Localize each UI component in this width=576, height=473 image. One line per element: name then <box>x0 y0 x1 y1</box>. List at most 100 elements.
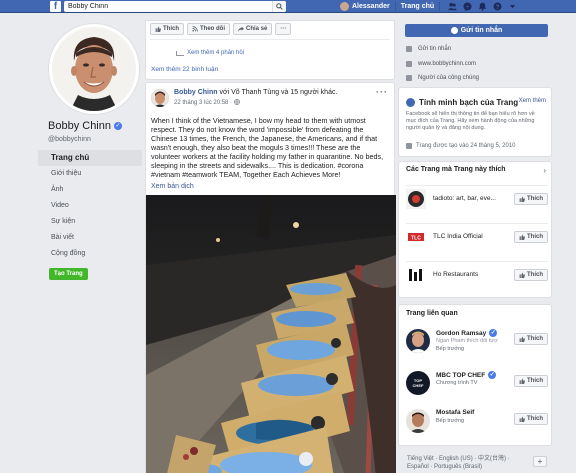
divider <box>150 39 390 40</box>
profile-picture[interactable] <box>49 24 139 114</box>
like-page-button[interactable]: Thích <box>514 193 548 205</box>
messenger-icon[interactable] <box>463 2 472 11</box>
user-avatar[interactable] <box>340 2 349 11</box>
related-page-name[interactable]: Gordon Ramsay ✓ <box>436 329 498 337</box>
page-thumbnail[interactable] <box>406 329 430 353</box>
post-timestamp[interactable]: 22 tháng 3 lúc 20:58 · <box>174 100 234 106</box>
like-page-button[interactable]: Thích <box>150 23 184 35</box>
like-page-button[interactable]: Thích <box>514 375 548 387</box>
liked-page-name[interactable]: tadioto: art, bar, eve... <box>433 195 503 202</box>
language-list-line-2[interactable]: Español · Português (Brasil) <box>407 463 510 471</box>
info-send-message[interactable]: Gửi tin nhắn <box>406 46 451 52</box>
like-label: Thích <box>527 336 543 342</box>
nav-item-posts[interactable]: Bài viết <box>38 230 142 246</box>
related-pages-title: Trang liên quan <box>406 310 458 317</box>
liked-page-item: Ho Restaurants Thích <box>406 261 548 287</box>
language-list-line-1[interactable]: Tiếng Việt · English (US) · 中文(台灣) · <box>407 455 510 463</box>
info-website[interactable]: www.bobbychinn.com <box>406 61 476 67</box>
related-page-item: Mostafa Seif Bếp trưởng Thích <box>406 405 548 441</box>
like-label: Thích <box>527 234 543 240</box>
nav-item-about[interactable]: Giới thiệu <box>38 166 142 182</box>
verified-badge-icon: ✓ <box>114 122 122 130</box>
post-options-icon[interactable]: ··· <box>376 87 388 97</box>
page-username[interactable]: @bobbychinn <box>48 136 91 143</box>
post-tagged-people[interactable]: với Võ Thanh Tùng và 15 người khác. <box>220 89 338 96</box>
nav-item-events[interactable]: Sự kiện <box>38 214 142 230</box>
rss-icon <box>192 26 198 32</box>
related-page-item: TOP CHEF MBC TOP CHEF ✓ Chương trình TV T… <box>406 367 548 403</box>
related-pages-card: Trang liên quan Gordon Ramsay ✓ Ngan Pha… <box>398 304 552 446</box>
nav-item-photos[interactable]: Ảnh <box>38 182 142 198</box>
liked-page-name[interactable]: Ho Restaurants <box>433 271 503 278</box>
nav-item-home[interactable]: Trang chủ <box>38 150 142 166</box>
thumbs-up-icon <box>519 378 525 384</box>
globe-icon <box>406 61 412 67</box>
more-options-button[interactable]: ··· <box>275 23 292 35</box>
svg-text:TLC: TLC <box>411 236 421 242</box>
svg-text:CHEF: CHEF <box>413 383 424 388</box>
related-page-item: Gordon Ramsay ✓ Ngan Pham thích đối tượn… <box>406 325 548 361</box>
page-action-row: Thích Theo dõi Chia sẻ ··· <box>150 23 294 35</box>
share-icon <box>238 26 244 32</box>
feed-post: Bobby Chinn với Võ Thanh Tùng và 15 ngườ… <box>145 82 396 473</box>
add-language-button[interactable]: + <box>533 456 547 467</box>
post-author-avatar[interactable] <box>151 89 169 107</box>
search-input[interactable] <box>68 2 258 11</box>
see-translation-link[interactable]: Xem bản dịch <box>151 183 194 190</box>
post-meta: 22 tháng 3 lúc 20:58 · <box>174 99 240 106</box>
create-page-button[interactable]: Tạo Trang <box>49 268 88 280</box>
previous-post-footer: Thích Theo dõi Chia sẻ ··· Xem thêm 4 ph… <box>145 20 395 80</box>
user-name-link[interactable]: Alessander <box>352 3 390 10</box>
info-category[interactable]: Người của công chúng <box>406 75 479 81</box>
share-label: Chia sẻ <box>246 26 268 32</box>
related-page-name[interactable]: Mostafa Seif <box>436 409 474 416</box>
post-photo[interactable] <box>146 195 396 473</box>
page-thumbnail[interactable] <box>406 409 430 433</box>
transparency-description: Facebook sẽ hiển thị thông tin để bạn hi… <box>406 111 535 131</box>
notifications-icon[interactable] <box>478 2 487 11</box>
nav-item-community[interactable]: Cộng đồng <box>38 246 142 262</box>
page-title: Bobby Chinn ✓ <box>48 120 122 132</box>
volunteers-sleeping-photo <box>146 195 396 473</box>
page-thumbnail[interactable] <box>406 189 426 209</box>
like-page-button[interactable]: Thích <box>514 269 548 281</box>
liked-pages-title[interactable]: Các Trang mà Trang này thích <box>406 166 506 173</box>
avatar-image <box>151 89 169 107</box>
friends-icon[interactable] <box>448 2 458 11</box>
liked-page-name[interactable]: TLC India Official <box>433 233 503 240</box>
message-icon <box>406 46 412 52</box>
like-page-button[interactable]: Thích <box>514 231 548 243</box>
like-label: Thích <box>527 196 543 202</box>
post-author-line: Bobby Chinn với Võ Thanh Tùng và 15 ngườ… <box>174 89 337 96</box>
facebook-logo-icon[interactable]: f <box>50 1 61 12</box>
post-author-name[interactable]: Bobby Chinn <box>174 89 218 96</box>
account-menu-icon[interactable] <box>508 2 517 11</box>
follow-label: Theo dõi <box>200 26 225 32</box>
follow-button[interactable]: Theo dõi <box>187 23 230 35</box>
help-icon[interactable]: ? <box>493 2 502 11</box>
like-page-button[interactable]: Thích <box>514 333 548 345</box>
thumbs-up-icon <box>519 416 525 422</box>
messenger-icon <box>450 27 458 34</box>
chevron-right-icon[interactable]: › <box>543 166 546 175</box>
divider <box>439 2 441 11</box>
transparency-title-text: Tính minh bạch của Trang <box>419 98 519 107</box>
view-more-replies-link[interactable]: Xem thêm 4 phản hồi <box>176 50 244 56</box>
like-page-button[interactable]: Thích <box>514 413 548 425</box>
share-button[interactable]: Chia sẻ <box>233 23 273 35</box>
page-thumbnail[interactable]: TOPCHEF <box>406 371 430 395</box>
liked-pages-card: Các Trang mà Trang này thích › tadioto: … <box>398 161 552 298</box>
related-page-category: Bếp trưởng <box>436 418 465 424</box>
see-more-link[interactable]: Xem thêm <box>519 98 546 104</box>
page-thumbnail[interactable]: TLC <box>406 227 426 247</box>
search-box[interactable] <box>64 1 286 12</box>
view-more-comments-link[interactable]: Xem thêm 22 bình luận <box>151 66 218 73</box>
related-page-name[interactable]: MBC TOP CHEF ✓ <box>436 371 497 379</box>
send-message-button[interactable]: Gửi tin nhắn <box>405 24 548 37</box>
home-link[interactable]: Trang chủ <box>401 3 434 10</box>
nav-item-videos[interactable]: Video <box>38 198 142 214</box>
globe-icon <box>233 99 240 105</box>
search-button[interactable] <box>272 1 286 12</box>
page-thumbnail[interactable] <box>406 265 426 285</box>
divider <box>394 2 396 11</box>
